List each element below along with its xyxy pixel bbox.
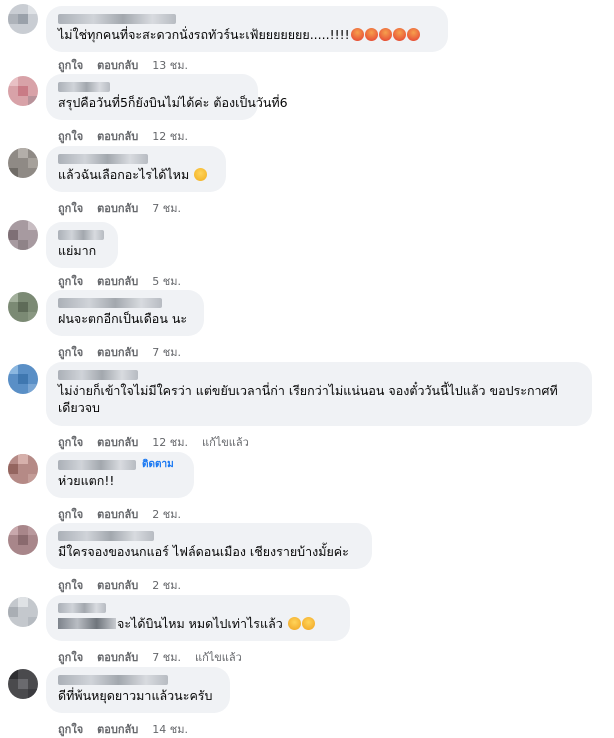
author-name[interactable] — [58, 298, 162, 308]
comment-actions: ถูกใจ ตอบกลับ 13 ชม. — [58, 56, 202, 74]
timestamp[interactable]: 7 ชม. — [152, 199, 181, 217]
like-button[interactable]: ถูกใจ — [58, 56, 83, 74]
comment-text: สรุปคือวันที่5ก็ยังบินไม่ได้ค่ะ ต้องเป็น… — [58, 95, 288, 110]
comment-bubble: จะได้บินไหม หมดไปเท่าไรแล้ว — [46, 595, 350, 641]
comment-actions: ถูกใจ ตอบกลับ 5 ชม. — [58, 272, 195, 290]
comment-actions: ถูกใจ ตอบกลับ 12 ชม. — [58, 127, 202, 145]
timestamp[interactable]: 7 ชม. — [152, 648, 181, 666]
comment-bubble: แย่มาก — [46, 222, 118, 268]
reply-button[interactable]: ตอบกลับ — [97, 56, 138, 74]
comment-text: แล้วฉันเลือกอะไรได้ไหม — [58, 166, 214, 183]
author-name[interactable] — [58, 460, 136, 470]
avatar[interactable] — [8, 4, 38, 34]
comment-bubble: แล้วฉันเลือกอะไรได้ไหม — [46, 146, 226, 192]
avatar[interactable] — [8, 525, 38, 555]
timestamp[interactable]: 13 ชม. — [152, 56, 188, 74]
timestamp[interactable]: 2 ชม. — [152, 576, 181, 594]
comment-text: ฝนจะตกอีกเป็นเดือน นะ — [58, 311, 188, 326]
comment-bubble: ติดตาม ห่วยแตก!! — [46, 452, 194, 498]
comment-text: มีใครจองของนกแอร์ ไฟล์ดอนเมือง เชียงรายบ… — [58, 544, 349, 559]
reply-button[interactable]: ตอบกลับ — [97, 505, 138, 523]
reply-button[interactable]: ตอบกลับ — [97, 576, 138, 594]
like-button[interactable]: ถูกใจ — [58, 343, 83, 361]
author-name[interactable] — [58, 370, 138, 380]
comment-text: ไม่ง่ายก็เข้าใจไม่มีใครว่า แต่ขยับเวลานี… — [58, 383, 558, 415]
author-name[interactable] — [58, 14, 176, 24]
comment-actions: ถูกใจ ตอบกลับ 7 ชม. — [58, 199, 195, 217]
avatar[interactable] — [8, 669, 38, 699]
comment-bubble: ดีที่พ้นหยุดยาวมาแล้วนะครับ — [46, 667, 230, 713]
reply-button[interactable]: ตอบกลับ — [97, 648, 138, 666]
reply-button[interactable]: ตอบกลับ — [97, 343, 138, 361]
comment-actions: ถูกใจ ตอบกลับ 7 ชม. แก้ไขแล้ว — [58, 648, 256, 666]
like-button[interactable]: ถูกใจ — [58, 433, 83, 451]
reply-button[interactable]: ตอบกลับ — [97, 433, 138, 451]
comment-bubble: มีใครจองของนกแอร์ ไฟล์ดอนเมือง เชียงรายบ… — [46, 523, 372, 569]
like-button[interactable]: ถูกใจ — [58, 127, 83, 145]
avatar[interactable] — [8, 454, 38, 484]
comment-bubble: ฝนจะตกอีกเป็นเดือน นะ — [46, 290, 204, 336]
comment-actions: ถูกใจ ตอบกลับ 2 ชม. — [58, 505, 195, 523]
avatar[interactable] — [8, 364, 38, 394]
comment-actions: ถูกใจ ตอบกลับ 2 ชม. — [58, 576, 195, 594]
like-button[interactable]: ถูกใจ — [58, 720, 83, 738]
author-name[interactable] — [58, 230, 104, 240]
avatar[interactable] — [8, 148, 38, 178]
avatar[interactable] — [8, 76, 38, 106]
angry-emoji-icon — [364, 28, 378, 41]
comment-text: ไม่ใช่ทุกคนที่จะสะดวกนั่งรถทัวร์นะเฟ้ยยย… — [58, 26, 436, 43]
comment-bubble: สรุปคือวันที่5ก็ยังบินไม่ได้ค่ะ ต้องเป็น… — [46, 74, 288, 120]
timestamp[interactable]: 12 ชม. — [152, 433, 188, 451]
avatar[interactable] — [8, 220, 38, 250]
timestamp[interactable]: 2 ชม. — [152, 505, 181, 523]
author-name[interactable] — [58, 154, 148, 164]
timestamp[interactable]: 5 ชม. — [152, 272, 181, 290]
reply-button[interactable]: ตอบกลับ — [97, 127, 138, 145]
like-button[interactable]: ถูกใจ — [58, 648, 83, 666]
angry-emoji-icon — [350, 28, 364, 41]
angry-emoji-icon — [406, 28, 420, 41]
author-name[interactable] — [58, 603, 106, 613]
follow-button[interactable]: ติดตาม — [142, 458, 174, 472]
comment-actions: ถูกใจ ตอบกลับ 7 ชม. — [58, 343, 195, 361]
edited-label[interactable]: แก้ไขแล้ว — [195, 648, 242, 666]
author-name[interactable] — [58, 82, 110, 92]
confused-face-emoji-icon — [287, 617, 301, 630]
timestamp[interactable]: 7 ชม. — [152, 343, 181, 361]
reply-button[interactable]: ตอบกลับ — [97, 272, 138, 290]
like-button[interactable]: ถูกใจ — [58, 505, 83, 523]
weary-face-emoji-icon — [194, 168, 208, 181]
comment-bubble: ไม่ใช่ทุกคนที่จะสะดวกนั่งรถทัวร์นะเฟ้ยยย… — [46, 6, 448, 52]
timestamp[interactable]: 12 ชม. — [152, 127, 188, 145]
avatar[interactable] — [8, 597, 38, 627]
avatar[interactable] — [8, 292, 38, 322]
edited-label[interactable]: แก้ไขแล้ว — [202, 433, 249, 451]
comment-bubble: ไม่ง่ายก็เข้าใจไม่มีใครว่า แต่ขยับเวลานี… — [46, 362, 592, 426]
comment-actions: ถูกใจ ตอบกลับ 12 ชม. แก้ไขแล้ว — [58, 433, 263, 451]
like-button[interactable]: ถูกใจ — [58, 576, 83, 594]
reply-button[interactable]: ตอบกลับ — [97, 720, 138, 738]
author-name[interactable] — [58, 675, 168, 685]
like-button[interactable]: ถูกใจ — [58, 272, 83, 290]
reply-button[interactable]: ตอบกลับ — [97, 199, 138, 217]
angry-emoji-icon — [392, 28, 406, 41]
timestamp[interactable]: 14 ชม. — [152, 720, 188, 738]
comment-text: แย่มาก — [58, 243, 97, 258]
redacted-text — [58, 618, 116, 629]
angry-emoji-icon — [378, 28, 392, 41]
comment-text: ห่วยแตก!! — [58, 473, 115, 488]
author-name[interactable] — [58, 531, 154, 541]
comment-actions: ถูกใจ ตอบกลับ 14 ชม. — [58, 720, 202, 738]
confused-face-emoji-icon — [301, 617, 315, 630]
comment-text: ดีที่พ้นหยุดยาวมาแล้วนะครับ — [58, 688, 213, 703]
like-button[interactable]: ถูกใจ — [58, 199, 83, 217]
comment-text: จะได้บินไหม หมดไปเท่าไรแล้ว — [58, 615, 338, 632]
